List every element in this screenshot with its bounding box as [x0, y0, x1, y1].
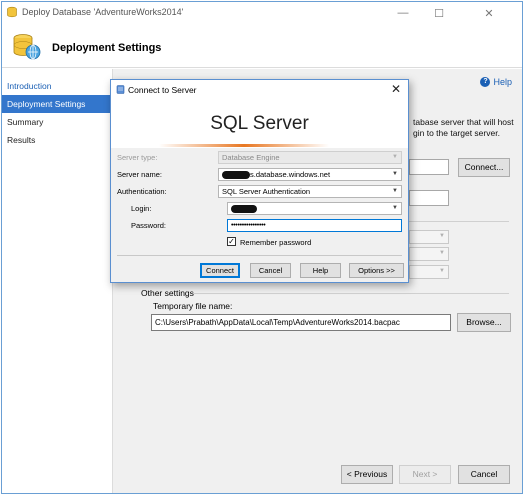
dialog-help-button[interactable]: Help — [300, 263, 341, 278]
redacted-mark — [222, 171, 250, 180]
password-input[interactable]: •••••••••••••••• — [227, 219, 402, 232]
settings-divider — [409, 221, 509, 222]
remember-password-checkbox[interactable]: ✓ — [227, 237, 236, 246]
database-deploy-icon — [13, 34, 41, 60]
nav-item-results: Results — [7, 135, 36, 145]
password-label: Password: — [131, 221, 167, 230]
nav-item-introduction[interactable]: Introduction — [2, 77, 112, 95]
window-title: Deploy Database 'AdventureWorks2014' — [22, 7, 184, 17]
cancel-button[interactable]: Cancel — [458, 465, 510, 484]
connect-to-server-dialog: Connect to Server ✕ SQL Server Server ty… — [110, 79, 409, 283]
chevron-down-icon: ▼ — [392, 205, 398, 211]
temp-file-label: Temporary file name: — [153, 301, 233, 311]
help-link[interactable]: ? Help — [480, 77, 512, 87]
dialog-banner: SQL Server — [111, 100, 408, 148]
server-type-combo[interactable]: Database Engine ▼ — [218, 151, 402, 164]
dialog-close-icon[interactable]: ✕ — [390, 83, 402, 95]
database-icon — [7, 6, 17, 18]
close-window-button[interactable]: ✕ — [472, 2, 506, 24]
dialog-cancel-button[interactable]: Cancel — [250, 263, 291, 278]
description-line-2: gin to the target server. — [413, 128, 500, 138]
temp-file-input[interactable]: C:\Users\Prabath\AppData\Local\Temp\Adve… — [151, 314, 451, 331]
authentication-combo[interactable]: SQL Server Authentication ▼ — [218, 185, 402, 198]
previous-button[interactable]: < Previous — [341, 465, 393, 484]
redacted-mark — [231, 205, 257, 214]
server-type-label: Server type: — [117, 153, 158, 162]
chevron-down-icon: ▼ — [392, 171, 398, 177]
next-button[interactable]: Next > — [399, 465, 451, 484]
dialog-title: Connect to Server — [128, 85, 197, 95]
window-titlebar[interactable]: Deploy Database 'AdventureWorks2014' — ☐… — [2, 2, 522, 24]
page-title: Deployment Settings — [52, 42, 162, 54]
max-size-combo[interactable] — [409, 247, 449, 261]
dialog-connect-button[interactable]: Connect — [200, 263, 240, 278]
help-label: Help — [493, 77, 512, 87]
dialog-form: Server type: Database Engine ▼ Server na… — [111, 148, 408, 282]
edition-combo[interactable] — [409, 230, 449, 244]
sql-server-banner-title: SQL Server — [210, 113, 309, 134]
other-settings-label: Other settings — [141, 288, 194, 298]
help-icon: ? — [480, 77, 491, 87]
minimize-button[interactable]: — — [386, 2, 420, 24]
dialog-titlebar[interactable]: Connect to Server ✕ — [111, 80, 408, 100]
connect-button[interactable]: Connect... — [458, 158, 510, 177]
server-name-label: Server name: — [117, 170, 163, 179]
server-type-value: Database Engine — [222, 153, 280, 162]
service-objective-combo[interactable] — [409, 265, 449, 279]
banner-accent-swoosh — [159, 144, 329, 147]
server-icon — [116, 85, 125, 94]
wizard-header: Deployment Settings — [2, 24, 522, 68]
server-connection-field[interactable] — [409, 159, 449, 175]
nav-item-summary: Summary — [7, 117, 44, 127]
dialog-options-button[interactable]: Options >> — [349, 263, 404, 278]
server-name-combo[interactable]: s.database.windows.net ▼ — [218, 168, 402, 181]
browse-button[interactable]: Browse... — [457, 313, 511, 332]
other-settings-divider — [193, 293, 509, 294]
description-line-1: tabase server that will host — [413, 117, 514, 127]
nav-item-deployment-settings[interactable]: Deployment Settings — [2, 95, 112, 113]
maximize-button[interactable]: ☐ — [422, 2, 456, 24]
wizard-nav: Introduction Deployment Settings Summary… — [2, 69, 112, 493]
login-label: Login: — [131, 204, 152, 213]
login-combo[interactable]: ▼ — [227, 202, 402, 215]
chevron-down-icon: ▼ — [392, 154, 398, 160]
authentication-value: SQL Server Authentication — [222, 187, 311, 196]
chevron-down-icon: ▼ — [392, 188, 398, 194]
database-name-field[interactable] — [409, 190, 449, 206]
dialog-button-divider — [117, 255, 402, 256]
remember-password-label: Remember password — [240, 238, 312, 247]
server-name-value: s.database.windows.net — [250, 170, 331, 179]
authentication-label: Authentication: — [117, 187, 167, 196]
